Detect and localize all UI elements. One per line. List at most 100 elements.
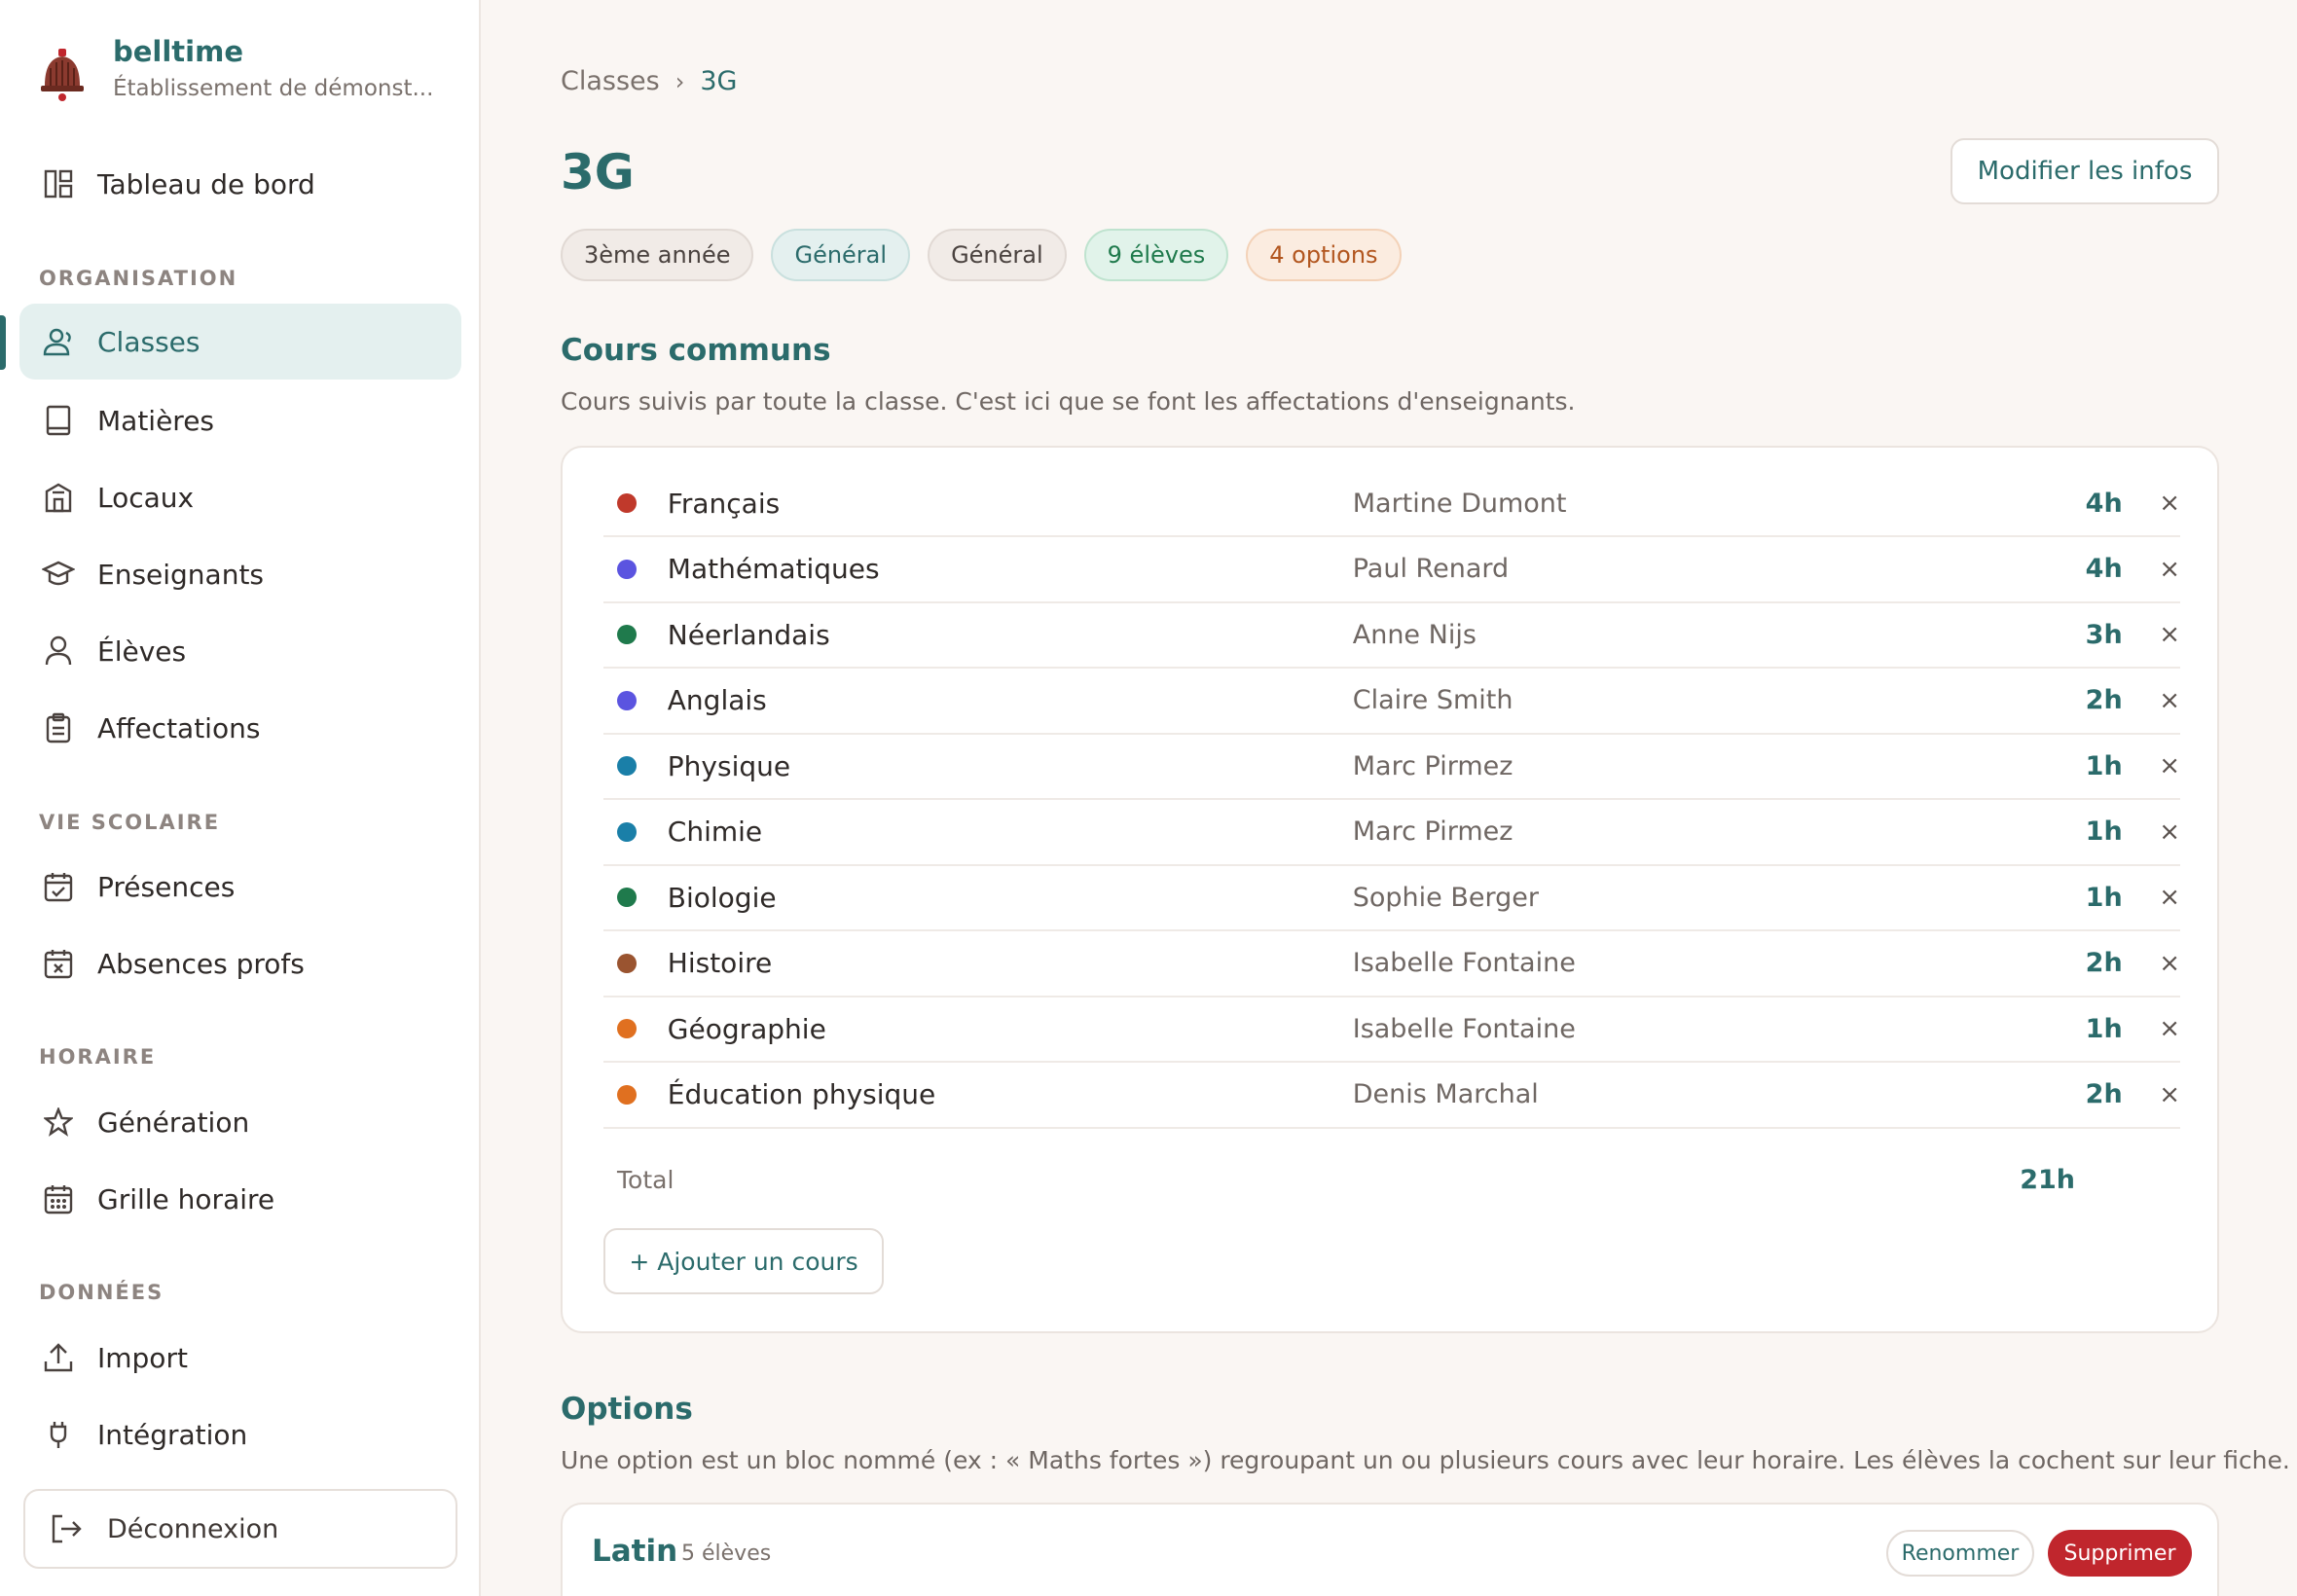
course-teacher[interactable]: Isabelle Fontaine (1353, 948, 1979, 978)
sidebar-item-label: Enseignants (97, 558, 265, 591)
total-row: Total 21h (603, 1150, 2180, 1209)
remove-course-icon[interactable]: × (2123, 555, 2180, 584)
course-teacher[interactable]: Denis Marchal (1353, 1079, 1979, 1109)
sidebar: belltime Établissement de démonst... Tab… (0, 0, 481, 1596)
sidebar-item-locaux[interactable]: Locaux (19, 459, 461, 535)
course-teacher[interactable]: Martine Dumont (1353, 489, 1979, 519)
breadcrumb-classes-link[interactable]: Classes (561, 66, 660, 96)
sidebar-item-classes[interactable]: Classes (19, 304, 461, 380)
course-hours: 2h (2085, 1079, 2123, 1109)
remove-course-icon[interactable]: × (2123, 1014, 2180, 1043)
course-hours: 1h (2085, 750, 2123, 781)
sidebar-item-label: Intégration (97, 1418, 248, 1451)
section-label-donnees: DONNÉES (39, 1281, 164, 1304)
logout-label: Déconnexion (107, 1513, 279, 1544)
course-hours: 1h (2085, 882, 2123, 913)
remove-course-icon[interactable]: × (2123, 949, 2180, 978)
remove-course-icon[interactable]: × (2123, 883, 2180, 912)
subject-color-dot (617, 1084, 637, 1105)
subject-color-dot (617, 953, 637, 973)
course-teacher[interactable]: Isabelle Fontaine (1353, 1014, 1979, 1044)
user-icon (41, 634, 76, 669)
section-label-vie-scolaire: VIE SCOLAIRE (39, 811, 221, 834)
course-hours: 1h (2085, 1013, 2123, 1044)
remove-course-icon[interactable]: × (2123, 686, 2180, 715)
sidebar-item-affectations[interactable]: Affectations (19, 690, 461, 766)
breadcrumb: Classes › 3G (561, 66, 737, 96)
course-hours: 4h (2085, 488, 2123, 519)
course-teacher[interactable]: Sophie Berger (1353, 883, 1979, 913)
graduation-cap-icon (41, 557, 76, 592)
sidebar-item-label: Absences profs (97, 947, 305, 980)
calendar-x-icon (41, 946, 76, 981)
course-subject: Physique (667, 749, 791, 782)
year-badge: 3ème année (561, 229, 754, 281)
rename-option-button[interactable]: Renommer (1886, 1530, 2034, 1577)
subject-color-dot (617, 559, 637, 579)
sidebar-item-eleves[interactable]: Élèves (19, 613, 461, 689)
upload-icon (41, 1340, 76, 1375)
clipboard-icon (41, 710, 76, 745)
sidebar-item-enseignants[interactable]: Enseignants (19, 536, 461, 612)
remove-course-icon[interactable]: × (2123, 817, 2180, 847)
breadcrumb-current: 3G (700, 66, 738, 96)
building-icon (41, 480, 76, 515)
sidebar-item-absences[interactable]: Absences profs (19, 925, 461, 1001)
course-subject: Histoire (667, 947, 773, 979)
breadcrumb-separator: › (675, 67, 685, 95)
sidebar-item-label: Import (97, 1341, 188, 1374)
sidebar-item-matieres[interactable]: Matières (19, 382, 461, 458)
students-badge: 9 élèves (1083, 229, 1229, 281)
logout-button[interactable]: Déconnexion (23, 1489, 457, 1569)
course-row: Chimie Marc Pirmez 1h × (603, 800, 2180, 866)
subject-color-dot (617, 821, 637, 842)
total-label: Total (617, 1165, 675, 1194)
sidebar-item-grille[interactable]: Grille horaire (19, 1161, 461, 1237)
course-teacher[interactable]: Paul Renard (1353, 554, 1979, 584)
sidebar-item-generation[interactable]: Génération (19, 1084, 461, 1160)
active-indicator (0, 315, 6, 370)
course-teacher[interactable]: Claire Smith (1353, 685, 1979, 715)
sidebar-item-label: Génération (97, 1106, 250, 1139)
course-row: Physique Marc Pirmez 1h × (603, 734, 2180, 800)
remove-course-icon[interactable]: × (2123, 489, 2180, 518)
course-row: Géographie Isabelle Fontaine 1h × (603, 997, 2180, 1063)
course-hours: 2h (2085, 948, 2123, 978)
common-courses-title: Cours communs (561, 333, 831, 368)
course-subject: Géographie (667, 1012, 826, 1045)
dashboard-icon (41, 166, 76, 201)
course-subject: Anglais (667, 684, 767, 716)
options-description: Une option est un bloc nommé (ex : « Mat… (561, 1446, 2290, 1474)
course-row: Éducation physique Denis Marchal 2h × (603, 1063, 2180, 1129)
course-teacher[interactable]: Anne Nijs (1353, 620, 1979, 650)
course-teacher[interactable]: Marc Pirmez (1353, 816, 1979, 847)
sidebar-item-integration[interactable]: Intégration (19, 1396, 461, 1472)
subject-color-dot (617, 756, 637, 776)
brand: belltime Établissement de démonst... (37, 33, 433, 103)
subject-color-dot (617, 690, 637, 710)
course-row: Néerlandais Anne Nijs 3h × (603, 602, 2180, 669)
option-name: Latin (592, 1534, 678, 1569)
remove-course-icon[interactable]: × (2123, 620, 2180, 649)
sidebar-item-dashboard[interactable]: Tableau de bord (19, 146, 461, 222)
sidebar-item-label: Élèves (97, 635, 187, 668)
section-label-horaire: HORAIRE (39, 1045, 157, 1069)
course-subject: Chimie (667, 816, 763, 848)
remove-course-icon[interactable]: × (2123, 751, 2180, 780)
edit-info-button[interactable]: Modifier les infos (1951, 138, 2219, 204)
delete-option-button[interactable]: Supprimer (2048, 1530, 2192, 1577)
sidebar-item-presences[interactable]: Présences (19, 849, 461, 925)
course-subject: Français (667, 487, 781, 520)
star-icon (41, 1105, 76, 1140)
type-badge: Général (928, 229, 1067, 281)
course-teacher[interactable]: Marc Pirmez (1353, 751, 1979, 781)
add-course-button[interactable]: + Ajouter un cours (603, 1228, 884, 1294)
course-hours: 1h (2085, 816, 2123, 847)
sidebar-item-label: Présences (97, 870, 236, 903)
sidebar-item-label: Tableau de bord (97, 167, 315, 200)
section-badge: Général (771, 229, 911, 281)
sidebar-item-label: Locaux (97, 481, 195, 514)
sidebar-item-import[interactable]: Import (19, 1320, 461, 1396)
course-hours: 4h (2085, 554, 2123, 584)
remove-course-icon[interactable]: × (2123, 1080, 2180, 1109)
